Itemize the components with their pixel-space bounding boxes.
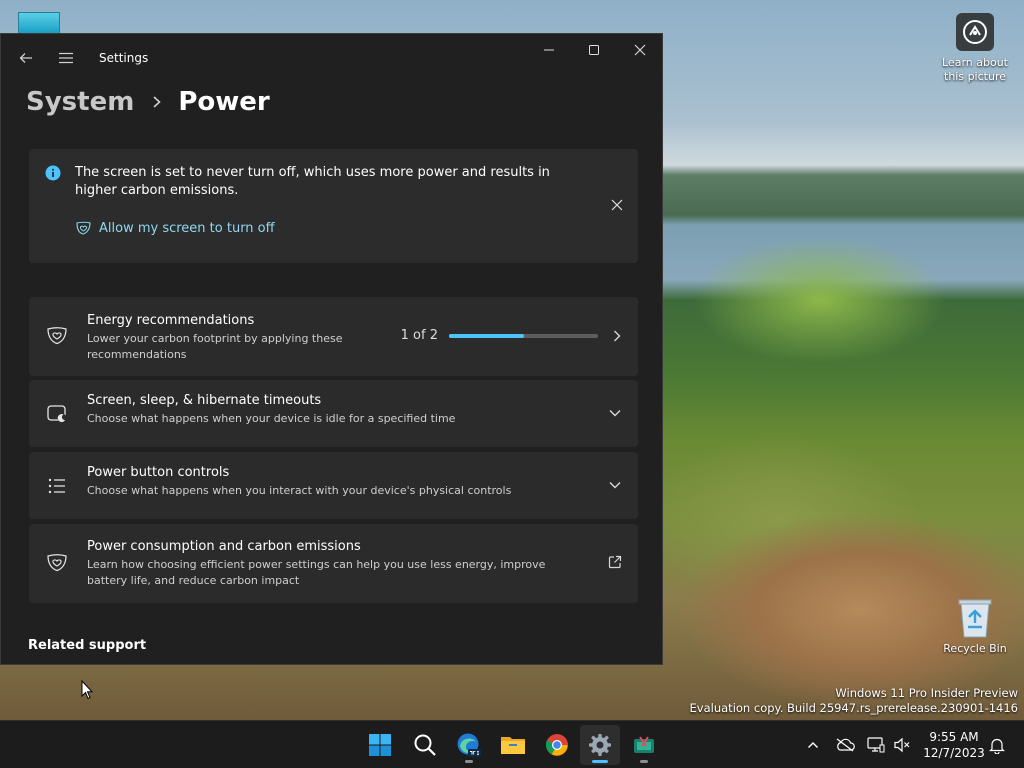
taskbar-settings-button[interactable] bbox=[580, 725, 620, 765]
screen-never-off-banner: The screen is set to never turn off, whi… bbox=[29, 149, 638, 263]
banner-message: The screen is set to never turn off, whi… bbox=[75, 165, 550, 198]
maximize-icon bbox=[589, 45, 599, 55]
navigation-menu-button[interactable] bbox=[50, 42, 82, 74]
camera-icon bbox=[956, 13, 994, 51]
clock-date: 12/7/2023 bbox=[923, 746, 985, 760]
row-description: Choose what happens when your device is … bbox=[87, 412, 456, 425]
chrome-icon bbox=[545, 734, 568, 756]
page-title: Power bbox=[178, 87, 270, 117]
start-icon bbox=[369, 734, 391, 756]
taskbar-edge-button[interactable] bbox=[449, 725, 489, 765]
close-icon bbox=[611, 199, 623, 211]
chevron-down-icon bbox=[609, 410, 621, 417]
running-indicator bbox=[465, 760, 473, 763]
progress-fill bbox=[449, 333, 524, 338]
desktop-item-partial[interactable] bbox=[18, 12, 60, 34]
row-description: Choose what happens when you interact wi… bbox=[87, 484, 512, 497]
chevron-up-icon bbox=[808, 742, 818, 748]
open-external-icon bbox=[608, 555, 622, 569]
minimize-icon bbox=[544, 49, 554, 51]
desktop-shortcut-recycle-bin[interactable]: Recycle Bin bbox=[940, 598, 1010, 656]
info-icon bbox=[45, 165, 61, 185]
chevron-right-icon bbox=[614, 330, 621, 341]
desktop-shortcut-learn-picture[interactable]: Learn about this picture bbox=[940, 12, 1010, 84]
desktop-shortcut-label: Recycle Bin bbox=[943, 642, 1007, 655]
recommendations-progress-bar bbox=[449, 333, 598, 338]
breadcrumb-system[interactable]: System bbox=[26, 87, 134, 117]
desktop-shortcut-label: Learn about this picture bbox=[942, 56, 1008, 83]
chevron-down-icon bbox=[609, 482, 621, 489]
row-title: Power consumption and carbon emissions bbox=[87, 539, 361, 554]
file-explorer-icon bbox=[501, 737, 525, 754]
watermark-line-edition: Windows 11 Pro Insider Preview bbox=[835, 686, 1018, 700]
notifications-button[interactable] bbox=[986, 721, 1008, 768]
search-icon bbox=[414, 734, 436, 756]
allow-screen-off-link-label: Allow my screen to turn off bbox=[99, 221, 275, 236]
recommendations-progress-text: 1 of 2 bbox=[400, 328, 438, 343]
taskbar-clock[interactable]: 9:55 AM 12/7/2023 bbox=[918, 729, 990, 761]
title-bar[interactable]: Settings bbox=[1, 34, 662, 82]
volume-tray-button[interactable] bbox=[890, 721, 914, 768]
watermark-line-build: Evaluation copy. Build 25947.rs_prerelea… bbox=[689, 701, 1018, 715]
recycle-bin-icon bbox=[955, 598, 995, 638]
network-tray-button[interactable] bbox=[864, 721, 888, 768]
close-window-button[interactable] bbox=[617, 34, 662, 66]
row-description: Lower your carbon footprint by applying … bbox=[87, 332, 343, 361]
volume-muted-icon bbox=[894, 737, 910, 753]
leaf-heart-icon bbox=[45, 324, 69, 348]
running-indicator bbox=[640, 760, 648, 763]
screen-sleep-icon bbox=[45, 402, 69, 426]
leaf-heart-icon bbox=[45, 551, 69, 575]
allow-screen-off-link[interactable]: Allow my screen to turn off bbox=[75, 221, 275, 236]
back-button[interactable] bbox=[10, 42, 42, 74]
close-icon bbox=[634, 44, 646, 56]
taskbar-chrome-button[interactable] bbox=[537, 725, 577, 765]
cloud-offline-icon bbox=[836, 738, 855, 752]
row-title: Energy recommendations bbox=[87, 313, 255, 328]
show-hidden-icons-button[interactable] bbox=[802, 721, 824, 768]
energy-recommendations-row[interactable]: Energy recommendations Lower your carbon… bbox=[29, 297, 638, 376]
taskbar-snipping-tool-button[interactable] bbox=[624, 725, 664, 765]
chevron-right-icon bbox=[152, 95, 162, 109]
taskbar: 9:55 AM 12/7/2023 bbox=[0, 720, 1024, 768]
clock-time: 9:55 AM bbox=[929, 730, 979, 744]
network-icon bbox=[867, 737, 885, 753]
active-indicator bbox=[592, 760, 608, 763]
settings-icon bbox=[589, 734, 611, 756]
minimize-button[interactable] bbox=[526, 34, 572, 66]
settings-window: Settings System Power The screen is set … bbox=[0, 33, 663, 665]
edge-pre-icon bbox=[457, 733, 481, 757]
snipping-tool-icon bbox=[634, 736, 654, 753]
breadcrumb: System Power bbox=[26, 82, 270, 122]
row-title: Screen, sleep, & hibernate timeouts bbox=[87, 393, 322, 408]
back-arrow-icon bbox=[19, 53, 32, 63]
onedrive-tray-button[interactable] bbox=[833, 721, 857, 768]
row-description: Learn how choosing efficient power setti… bbox=[87, 558, 546, 587]
hamburger-icon bbox=[59, 52, 73, 64]
app-title: Settings bbox=[99, 51, 149, 65]
taskbar-file-explorer-button[interactable] bbox=[493, 725, 533, 765]
screen-sleep-timeouts-row[interactable]: Screen, sleep, & hibernate timeouts Choo… bbox=[29, 380, 638, 447]
row-title: Power button controls bbox=[87, 465, 230, 480]
windows-watermark: Windows 11 Pro Insider Preview Evaluatio… bbox=[690, 686, 1018, 716]
taskbar-search-button[interactable] bbox=[405, 725, 445, 765]
power-consumption-row[interactable]: Power consumption and carbon emissions L… bbox=[29, 524, 638, 603]
leaf-heart-icon bbox=[75, 221, 92, 236]
maximize-button[interactable] bbox=[571, 34, 617, 66]
related-support-heading: Related support bbox=[28, 638, 147, 653]
power-button-controls-row[interactable]: Power button controls Choose what happen… bbox=[29, 452, 638, 519]
start-button[interactable] bbox=[360, 725, 400, 765]
list-icon bbox=[45, 474, 69, 498]
dismiss-banner-button[interactable] bbox=[606, 194, 628, 216]
bell-icon bbox=[989, 738, 1005, 754]
mouse-cursor-icon bbox=[81, 679, 94, 704]
